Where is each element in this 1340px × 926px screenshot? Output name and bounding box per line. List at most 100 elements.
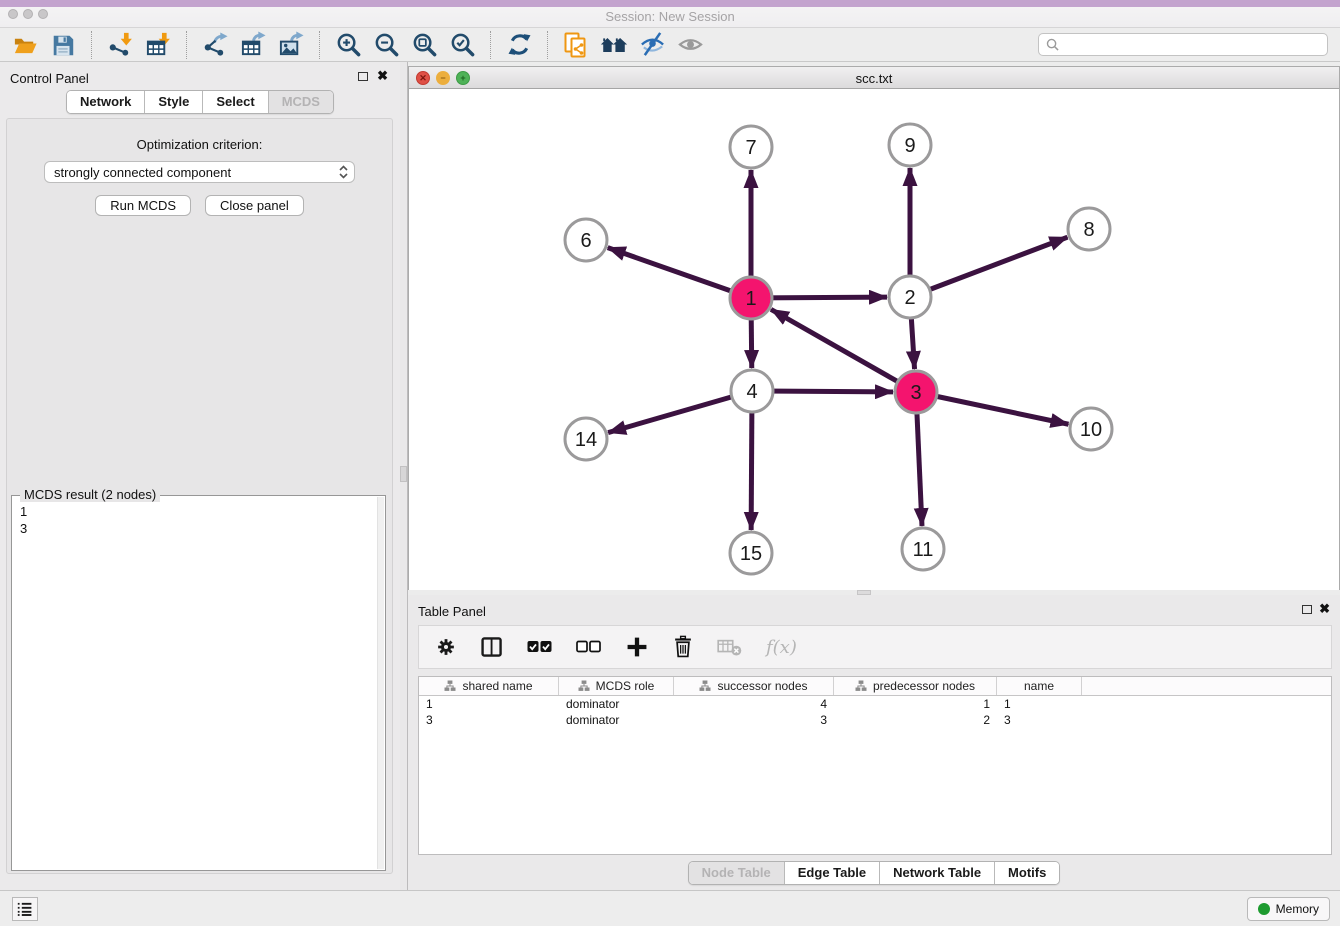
table-panel: Table Panel ✖ (408, 595, 1340, 890)
svg-text:15: 15 (740, 543, 762, 565)
column-label: name (1024, 679, 1054, 693)
float-panel-icon[interactable] (358, 72, 368, 81)
home-button[interactable] (599, 31, 629, 59)
node-4[interactable]: 4 (731, 370, 773, 412)
table-row[interactable]: 3dominator323 (419, 712, 1331, 728)
network-canvas[interactable]: 1 2 3 4 6 7 8 9 10 11 14 15 (409, 89, 1339, 590)
svg-text:14: 14 (575, 429, 597, 451)
node-1[interactable]: 1 (730, 277, 772, 319)
zoom-out-button[interactable] (371, 31, 401, 59)
optimization-criterion-select[interactable]: strongly connected component (44, 161, 355, 183)
edge-2-8[interactable] (910, 237, 1067, 297)
node-15[interactable]: 15 (730, 532, 772, 574)
export-network-button[interactable] (200, 31, 230, 59)
float-table-panel-icon[interactable] (1302, 605, 1312, 614)
tab-select[interactable]: Select (202, 91, 267, 113)
node-2[interactable]: 2 (889, 276, 931, 318)
splitter-grip[interactable] (400, 466, 407, 482)
home-icon (599, 31, 629, 58)
export-image-button[interactable] (276, 31, 306, 59)
add-column-icon[interactable] (625, 635, 649, 659)
column-type-icon (444, 680, 456, 692)
import-network-button[interactable] (105, 31, 135, 59)
mcds-result-scrollbar[interactable] (377, 497, 384, 869)
svg-text:11: 11 (913, 539, 934, 561)
export-table-button[interactable] (238, 31, 268, 59)
column-header-predecessor-nodes[interactable]: predecessor nodes (834, 677, 997, 695)
network-window-titlebar[interactable]: ✕ − + scc.txt (409, 67, 1339, 89)
search-input[interactable] (1064, 38, 1320, 52)
column-type-icon (699, 680, 711, 692)
hide-panels-button[interactable] (637, 31, 667, 59)
command-panel-button[interactable] (12, 897, 38, 921)
column-header-mcds-role[interactable]: MCDS role (559, 677, 674, 695)
node-8[interactable]: 8 (1068, 208, 1110, 250)
svg-text:9: 9 (904, 135, 915, 157)
column-header-shared-name[interactable]: shared name (419, 677, 559, 695)
close-panel-button[interactable]: Close panel (205, 195, 304, 216)
column-header-name[interactable]: name (997, 677, 1082, 695)
zoom-fit-button[interactable] (409, 31, 439, 59)
zoom-selected-button[interactable] (447, 31, 477, 59)
vertical-splitter[interactable] (400, 62, 408, 890)
node-7[interactable]: 7 (730, 126, 772, 168)
table-row[interactable]: 1dominator411 (419, 696, 1331, 712)
tab-style[interactable]: Style (144, 91, 202, 113)
tab-motifs[interactable]: Motifs (994, 862, 1059, 884)
select-all-checked-icon[interactable] (527, 638, 553, 656)
cell-predecessor-nodes[interactable]: 2 (834, 713, 997, 727)
control-panel: Control Panel ✖ NetworkStyleSelectMCDS O… (0, 62, 400, 890)
cell-mcds-role[interactable]: dominator (559, 697, 674, 711)
node-11[interactable]: 11 (902, 528, 944, 570)
tab-node-table[interactable]: Node Table (689, 862, 784, 884)
network-view-window: ✕ − + scc.txt 1 2 3 4 6 7 8 9 10 11 14 15 (408, 66, 1340, 590)
node-9[interactable]: 9 (889, 124, 931, 166)
run-mcds-button[interactable]: Run MCDS (95, 195, 191, 216)
close-table-panel-icon[interactable]: ✖ (1319, 602, 1330, 616)
tab-mcds[interactable]: MCDS (268, 91, 333, 113)
zoom-in-button[interactable] (333, 31, 363, 59)
close-panel-icon[interactable]: ✖ (377, 69, 388, 83)
memory-label: Memory (1276, 902, 1319, 916)
edge-3-1[interactable] (771, 309, 916, 392)
search-icon (1046, 38, 1059, 51)
edge-3-10[interactable] (916, 392, 1068, 424)
node-6[interactable]: 6 (565, 219, 607, 261)
cell-predecessor-nodes[interactable]: 1 (834, 697, 997, 711)
show-panels-button[interactable] (675, 31, 705, 59)
table-toolbar: f(x) (418, 625, 1332, 669)
node-10[interactable]: 10 (1070, 408, 1112, 450)
refresh-layout-button[interactable] (504, 31, 534, 59)
cell-name[interactable]: 3 (997, 713, 1082, 727)
import-table-button[interactable] (143, 31, 173, 59)
cell-mcds-role[interactable]: dominator (559, 713, 674, 727)
node-3[interactable]: 3 (895, 371, 937, 413)
save-session-button[interactable] (48, 31, 78, 59)
deselect-all-icon[interactable] (576, 638, 602, 656)
optimization-criterion-label: Optimization criterion: (7, 137, 392, 152)
node-14[interactable]: 14 (565, 418, 607, 460)
tab-network[interactable]: Network (67, 91, 144, 113)
clone-network-button[interactable] (561, 31, 591, 59)
cell-successor-nodes[interactable]: 3 (674, 713, 834, 727)
mcds-result-text[interactable]: 1 3 (14, 501, 375, 868)
svg-text:6: 6 (580, 230, 591, 252)
node-table: shared nameMCDS rolesuccessor nodesprede… (418, 676, 1332, 855)
memory-button[interactable]: Memory (1247, 897, 1330, 921)
open-session-button[interactable] (10, 31, 40, 59)
cell-name[interactable]: 1 (997, 697, 1082, 711)
cell-shared-name[interactable]: 1 (419, 697, 559, 711)
show-column-icon[interactable] (480, 635, 504, 659)
settings-gear-icon[interactable] (435, 636, 457, 658)
delete-column-icon[interactable] (672, 635, 694, 659)
node-table-header: shared nameMCDS rolesuccessor nodesprede… (419, 677, 1331, 696)
tab-edge-table[interactable]: Edge Table (784, 862, 879, 884)
cell-successor-nodes[interactable]: 4 (674, 697, 834, 711)
edge-1-6[interactable] (608, 248, 751, 298)
toolbar-separator (91, 31, 92, 59)
svg-text:10: 10 (1080, 419, 1102, 441)
column-header-successor-nodes[interactable]: successor nodes (674, 677, 834, 695)
cell-shared-name[interactable]: 3 (419, 713, 559, 727)
tab-network-table[interactable]: Network Table (879, 862, 994, 884)
refresh-icon (506, 31, 533, 58)
